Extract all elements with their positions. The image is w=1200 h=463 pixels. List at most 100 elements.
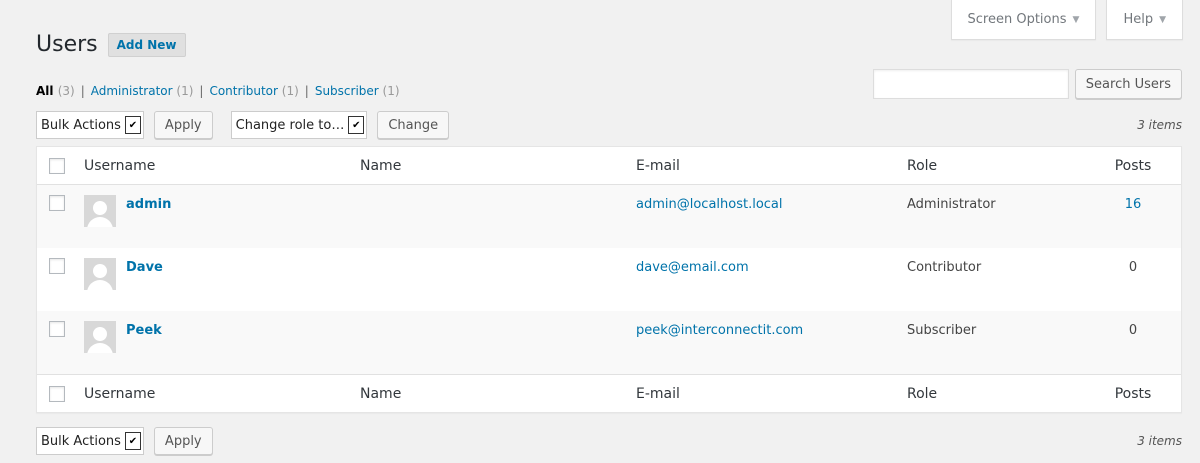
column-role-label: Role: [907, 385, 938, 402]
change-role-value: Change role to…: [235, 117, 345, 133]
filter-all[interactable]: All (3): [36, 84, 75, 98]
tablenav-top: Bulk Actions ✔ Apply Change role to… ✔ C…: [36, 110, 1182, 140]
column-name-label: Name: [360, 157, 402, 174]
bulk-actions-select[interactable]: Bulk Actions ✔: [36, 111, 144, 139]
column-username-label: Username: [84, 157, 156, 174]
tablenav-bottom: Bulk Actions ✔ Apply 3 items: [36, 426, 1182, 456]
filter-all-label: All: [36, 84, 54, 98]
username-cell: Peek: [84, 321, 360, 353]
posts-cell: 0: [1128, 260, 1138, 275]
help-button[interactable]: Help ▼: [1106, 0, 1183, 40]
apply-button[interactable]: Apply: [153, 111, 213, 139]
avatar: [84, 321, 116, 353]
table-row: admin admin@localhost.local Administrato…: [37, 185, 1181, 248]
bulk-actions-value: Bulk Actions: [41, 433, 121, 449]
avatar-body-icon: [87, 217, 113, 227]
email-link[interactable]: admin@localhost.local: [636, 197, 783, 212]
filter-contributor-count: (1): [281, 84, 299, 98]
select-all-checkbox[interactable]: [49, 385, 65, 402]
search-input[interactable]: [872, 69, 1069, 99]
column-name[interactable]: Name: [360, 158, 636, 174]
row-checkbox[interactable]: [49, 321, 65, 337]
bulk-actions-select[interactable]: Bulk Actions ✔: [36, 427, 144, 455]
email-link[interactable]: peek@interconnectit.com: [636, 323, 803, 338]
column-posts: Posts: [1095, 158, 1181, 174]
column-name[interactable]: Name: [360, 386, 636, 402]
column-role: Role: [907, 158, 1095, 174]
username-link[interactable]: Peek: [126, 321, 162, 338]
separator: |: [80, 84, 85, 98]
filter-contributor[interactable]: Contributor (1): [209, 84, 298, 98]
column-email[interactable]: E-mail: [636, 158, 907, 174]
select-all-cell: [37, 157, 84, 174]
table-row: Peek peek@interconnectit.com Subscriber …: [37, 311, 1181, 374]
avatar-body-icon: [87, 343, 113, 353]
change-role-select[interactable]: Change role to… ✔: [230, 111, 368, 139]
caret-down-icon: ▼: [1159, 14, 1166, 25]
table-row: Dave dave@email.com Contributor 0: [37, 248, 1181, 311]
screen-options-button[interactable]: Screen Options ▼: [950, 0, 1097, 40]
row-checkbox-cell: [37, 195, 84, 211]
avatar-body-icon: [87, 280, 113, 290]
caret-down-icon: ▼: [1072, 14, 1080, 25]
avatar-head-icon: [93, 201, 107, 215]
posts-cell: 16: [1095, 195, 1181, 212]
filter-contributor-label: Contributor: [209, 84, 278, 98]
items-count: 3 items: [1137, 118, 1182, 132]
filter-administrator-count: (1): [176, 84, 194, 98]
dropdown-arrow-icon: ✔: [348, 116, 365, 134]
separator: |: [199, 84, 204, 98]
column-email[interactable]: E-mail: [636, 386, 907, 402]
users-table: Username Name E-mail Role Posts admin ad…: [36, 146, 1182, 413]
column-posts: Posts: [1095, 386, 1181, 402]
search-box: Search Users: [872, 69, 1182, 99]
row-checkbox[interactable]: [49, 258, 65, 274]
select-all-cell: [37, 385, 84, 402]
add-new-button[interactable]: Add New: [107, 32, 186, 57]
role-cell: Subscriber: [907, 323, 977, 338]
column-username[interactable]: Username: [84, 386, 360, 402]
help-label: Help: [1123, 12, 1154, 27]
avatar: [84, 258, 116, 290]
role-cell: Administrator: [907, 197, 996, 212]
filter-subscriber-label: Subscriber: [314, 84, 379, 98]
items-count: 3 items: [1137, 434, 1182, 448]
change-button[interactable]: Change: [377, 111, 450, 139]
select-all-checkbox[interactable]: [49, 157, 65, 174]
avatar: [84, 195, 116, 227]
username-cell: admin: [84, 195, 360, 227]
email-cell: admin@localhost.local: [636, 195, 907, 212]
role-cell: Contributor: [907, 260, 982, 275]
column-username-label: Username: [84, 385, 156, 402]
dropdown-arrow-icon: ✔: [124, 116, 141, 134]
page-title: Users: [36, 32, 98, 57]
search-users-button[interactable]: Search Users: [1074, 69, 1182, 99]
table-header-row: Username Name E-mail Role Posts: [37, 147, 1181, 185]
column-username[interactable]: Username: [84, 158, 360, 174]
avatar-head-icon: [93, 264, 107, 278]
apply-button[interactable]: Apply: [153, 427, 213, 455]
username-link[interactable]: admin: [126, 195, 171, 212]
posts-link[interactable]: 16: [1125, 197, 1142, 212]
filter-subscriber-count: (1): [382, 84, 400, 98]
filter-administrator-label: Administrator: [90, 84, 173, 98]
posts-cell: 0: [1128, 323, 1138, 338]
email-link[interactable]: dave@email.com: [636, 260, 749, 275]
column-name-label: Name: [360, 385, 402, 402]
dropdown-arrow-icon: ✔: [124, 432, 141, 450]
column-posts-label: Posts: [1114, 385, 1152, 402]
column-email-label: E-mail: [636, 385, 680, 402]
email-cell: dave@email.com: [636, 258, 907, 275]
row-checkbox[interactable]: [49, 195, 65, 211]
username-link[interactable]: Dave: [126, 258, 163, 275]
column-posts-label: Posts: [1114, 157, 1152, 174]
row-checkbox-cell: [37, 258, 84, 274]
role-filter-links: All (3) | Administrator (1) | Contributor (1…: [36, 84, 400, 98]
table-footer-row: Username Name E-mail Role Posts: [37, 374, 1181, 412]
filter-administrator[interactable]: Administrator (1): [91, 84, 194, 98]
filter-subscriber[interactable]: Subscriber (1): [315, 84, 400, 98]
email-cell: peek@interconnectit.com: [636, 321, 907, 338]
avatar-head-icon: [93, 327, 107, 341]
screen-options-label: Screen Options: [967, 12, 1067, 27]
filter-all-count: (3): [57, 84, 75, 98]
